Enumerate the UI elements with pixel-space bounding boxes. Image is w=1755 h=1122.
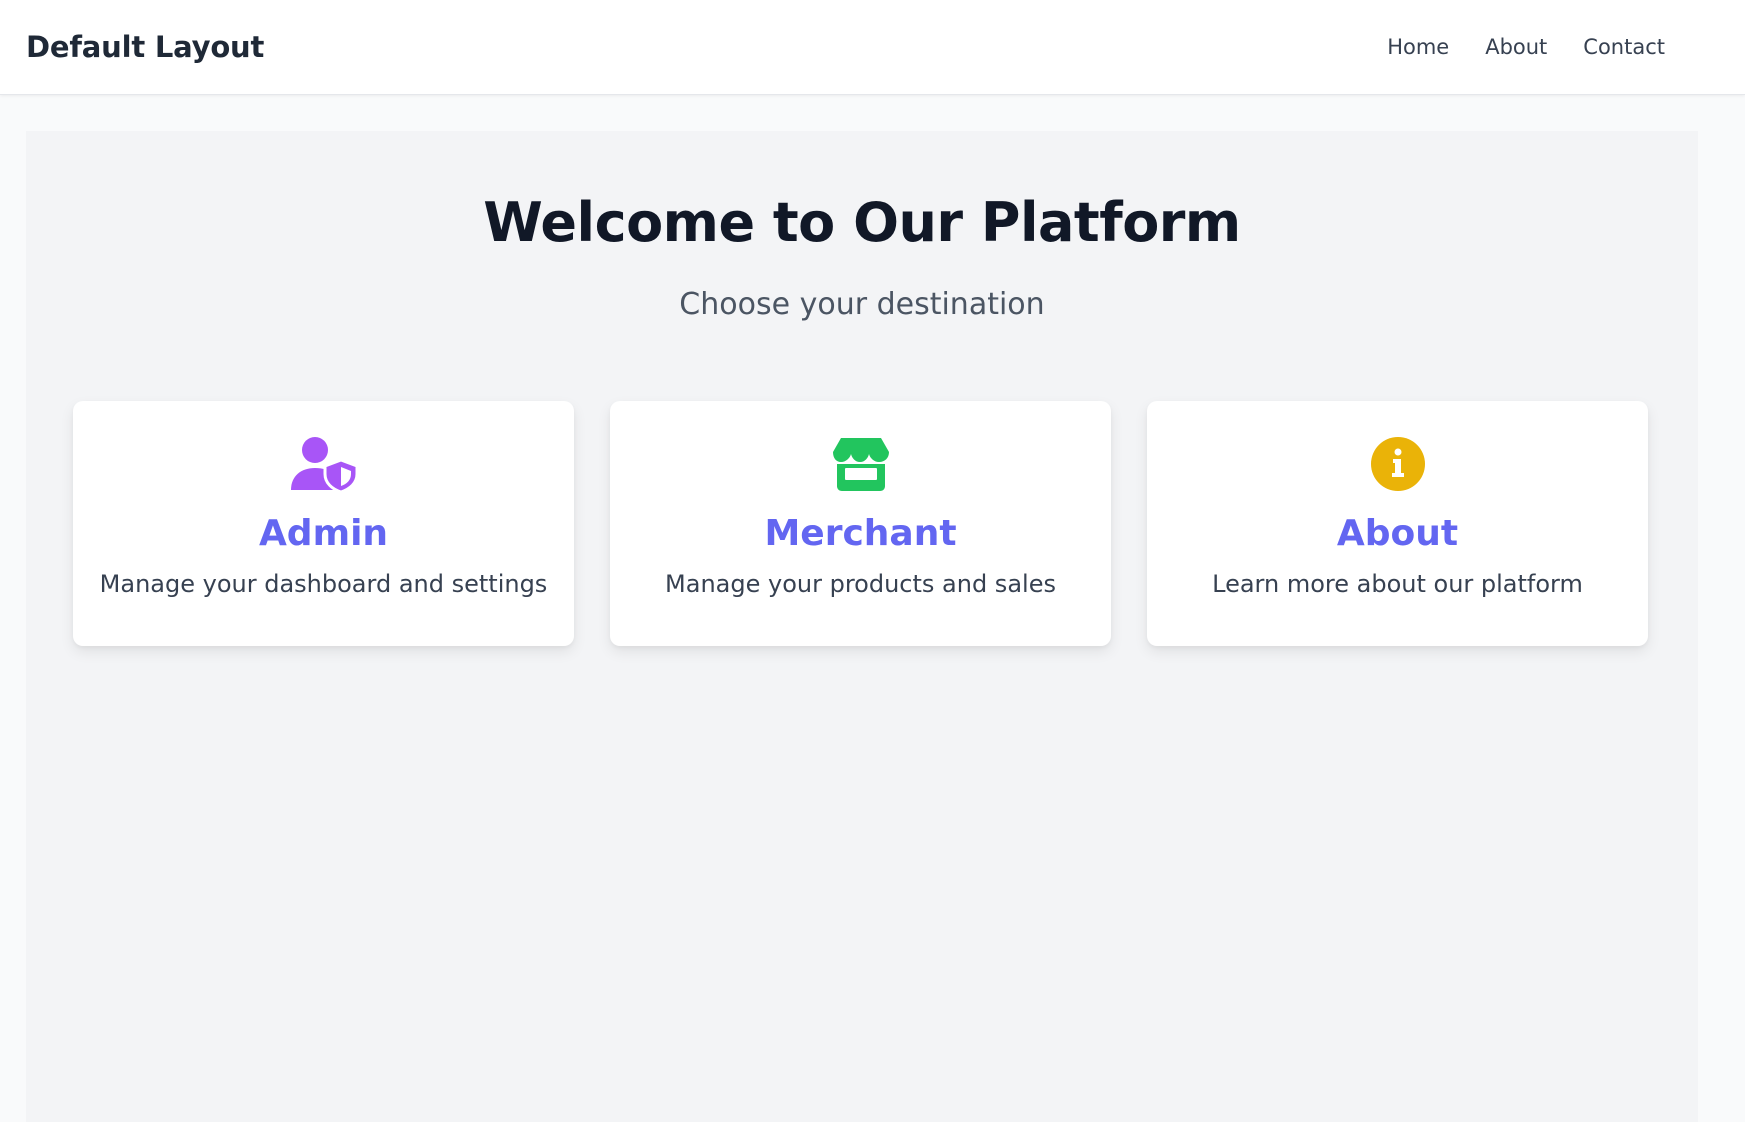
nav-link-about[interactable]: About [1485,35,1547,59]
user-shield-icon [289,435,359,493]
main-nav: Home About Contact [1387,35,1719,59]
page-scroll-area: Default Layout Home About Contact Welcom… [0,0,1745,1122]
destination-cards: Admin Manage your dashboard and settings… [73,401,1648,646]
merchant-card[interactable]: Merchant Manage your products and sales [610,401,1111,646]
info-circle-icon [1363,435,1433,493]
about-card-description: Learn more about our platform [1212,570,1583,598]
page-subtitle: Choose your destination [679,287,1045,322]
nav-link-contact[interactable]: Contact [1583,35,1665,59]
page: Default Layout Home About Contact Welcom… [0,0,1755,1122]
about-card-title: About [1336,513,1459,554]
main-panel: Welcome to Our Platform Choose your dest… [26,131,1698,1122]
top-navbar: Default Layout Home About Contact [0,0,1745,95]
admin-card-description: Manage your dashboard and settings [99,570,548,598]
brand-title[interactable]: Default Layout [26,30,264,64]
nav-link-home[interactable]: Home [1387,35,1449,59]
store-icon [826,435,896,493]
admin-card[interactable]: Admin Manage your dashboard and settings [73,401,574,646]
about-card[interactable]: About Learn more about our platform [1147,401,1648,646]
page-title: Welcome to Our Platform [483,191,1241,254]
merchant-card-title: Merchant [764,513,957,554]
merchant-card-description: Manage your products and sales [665,570,1056,598]
vertical-scrollbar[interactable] [1745,0,1755,1122]
admin-card-title: Admin [258,513,389,554]
